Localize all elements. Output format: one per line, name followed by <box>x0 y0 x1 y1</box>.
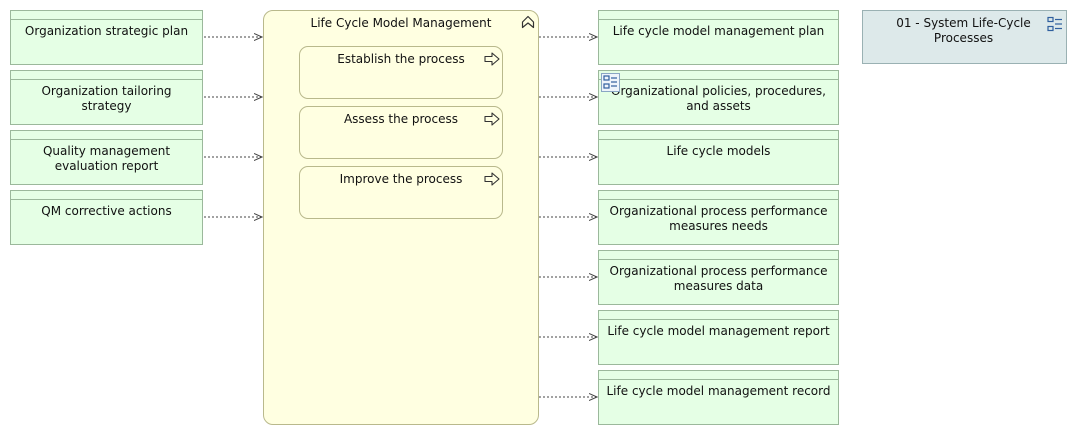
grouping-tree-icon[interactable] <box>601 73 620 95</box>
object-label: Life cycle model management record <box>606 384 831 398</box>
object-label: Organizational process performance measu… <box>609 264 828 293</box>
output-object-performance-measures-data[interactable]: Organizational process performance measu… <box>598 250 839 305</box>
process-label: Improve the process <box>339 172 463 186</box>
input-object-tailoring-strategy[interactable]: Organization tailoring strategy <box>10 70 203 125</box>
object-label: Life cycle model management plan <box>612 24 825 38</box>
object-label: Life cycle models <box>666 144 771 158</box>
output-object-lcm-management-record[interactable]: Life cycle model management record <box>598 370 839 425</box>
process-arrow-icon <box>484 112 500 129</box>
output-object-performance-measures-needs[interactable]: Organizational process performance measu… <box>598 190 839 245</box>
object-label: Organizational policies, procedures, and… <box>611 84 826 113</box>
output-object-lcm-management-report[interactable]: Life cycle model management report <box>598 310 839 365</box>
object-label: Organization tailoring strategy <box>41 84 172 113</box>
process-arrow-icon <box>484 52 500 69</box>
process-arrow-icon <box>484 172 500 189</box>
grouping-label: 01 - System Life-Cycle Processes <box>896 16 1031 45</box>
process-establish[interactable]: Establish the process <box>299 46 503 99</box>
process-label: Establish the process <box>337 52 465 66</box>
output-object-policies-procedures-assets[interactable]: Organizational policies, procedures, and… <box>598 70 839 125</box>
object-label: Quality management evaluation report <box>42 144 171 173</box>
process-assess[interactable]: Assess the process <box>299 106 503 159</box>
object-label: Organizational process performance measu… <box>609 204 828 233</box>
input-object-quality-evaluation-report[interactable]: Quality management evaluation report <box>10 130 203 185</box>
function-title: Life Cycle Model Management <box>310 16 492 30</box>
function-chevron-icon <box>521 15 535 32</box>
grouping-system-life-cycle-processes[interactable]: 01 - System Life-Cycle Processes <box>862 10 1067 64</box>
process-improve[interactable]: Improve the process <box>299 166 503 219</box>
object-label: QM corrective actions <box>41 204 172 218</box>
grouping-tree-icon <box>1047 16 1063 35</box>
object-label: Organization strategic plan <box>24 24 189 38</box>
input-object-qm-corrective-actions[interactable]: QM corrective actions <box>10 190 203 245</box>
process-label: Assess the process <box>343 112 459 126</box>
life-cycle-model-management-function[interactable]: Life Cycle Model Management Establish th… <box>263 10 539 425</box>
output-object-life-cycle-models[interactable]: Life cycle models <box>598 130 839 185</box>
output-object-lcm-management-plan[interactable]: Life cycle model management plan <box>598 10 839 65</box>
object-label: Life cycle model management report <box>607 324 830 338</box>
input-object-strategic-plan[interactable]: Organization strategic plan <box>10 10 203 65</box>
